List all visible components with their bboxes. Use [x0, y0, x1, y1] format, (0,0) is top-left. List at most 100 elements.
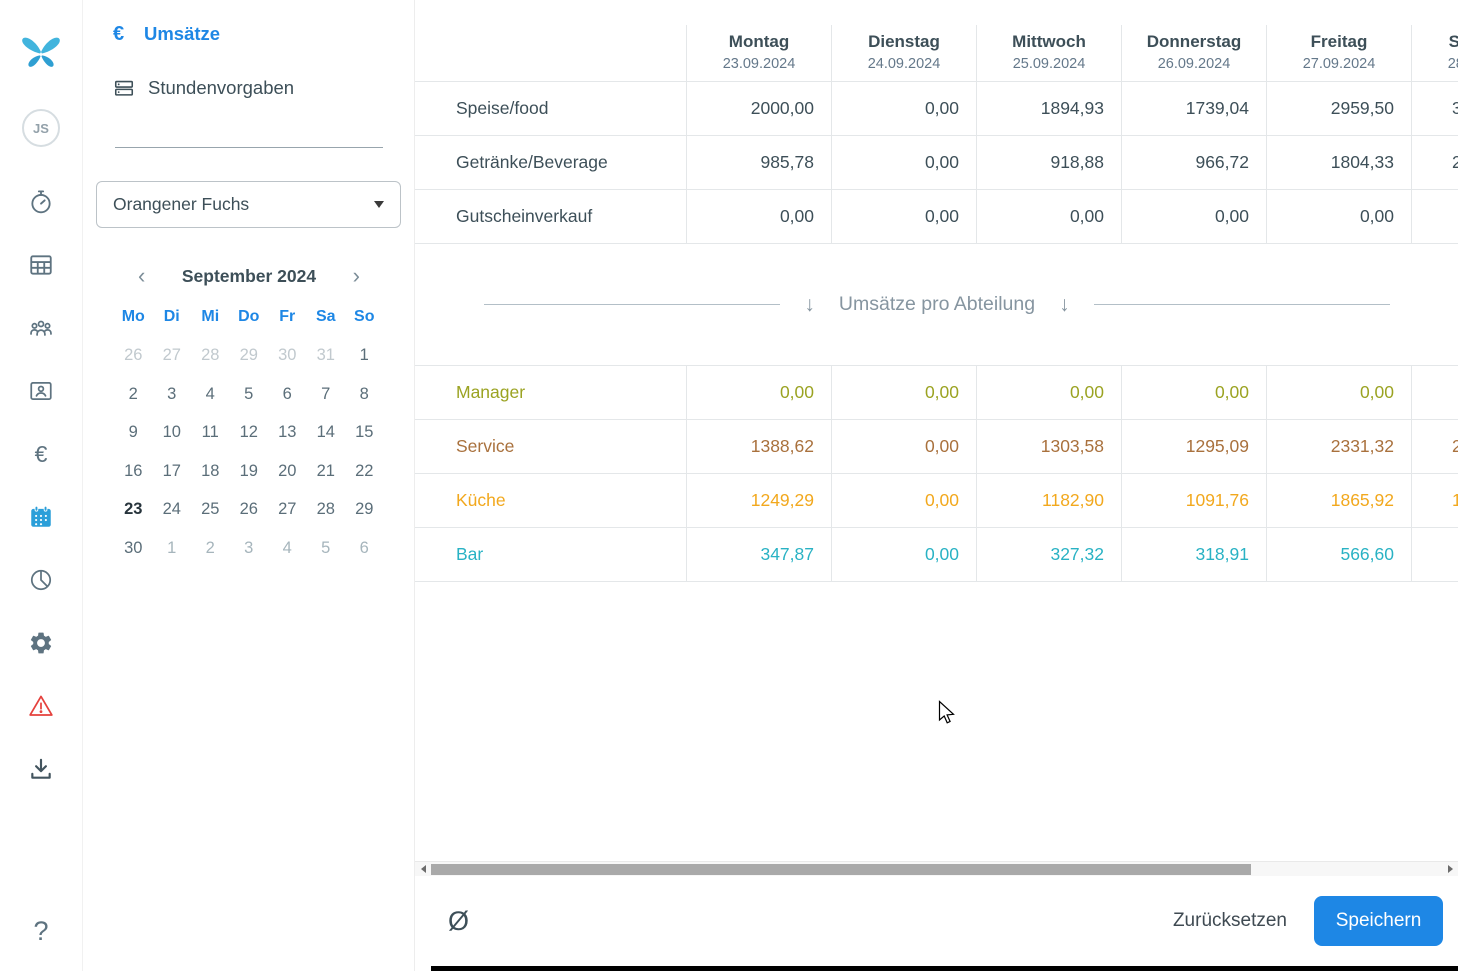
value-cell[interactable]: 0,00 [1266, 190, 1411, 243]
calendar-day[interactable]: 7 [307, 375, 346, 414]
value-cell[interactable]: 566,60 [1266, 528, 1411, 581]
reset-button[interactable]: Zurücksetzen [1173, 910, 1287, 932]
calendar-day[interactable]: 29 [345, 491, 384, 530]
calendar-day[interactable]: 8 [345, 375, 384, 414]
calendar-day[interactable]: 21 [307, 452, 346, 491]
sidebar-item-settings[interactable] [28, 630, 54, 656]
scrollbar-thumb[interactable] [431, 864, 1251, 875]
value-cell[interactable] [1411, 528, 1458, 581]
calendar-day[interactable]: 12 [230, 414, 269, 453]
calendar-day[interactable]: 16 [114, 452, 153, 491]
calendar-day[interactable]: 26 [230, 491, 269, 530]
calendar-day[interactable]: 5 [230, 375, 269, 414]
value-cell[interactable]: 1894,93 [976, 82, 1121, 135]
value-cell[interactable] [1411, 190, 1458, 243]
value-cell[interactable] [1411, 366, 1458, 419]
value-cell[interactable]: 2959,50 [1266, 82, 1411, 135]
calendar-day-selected[interactable]: 23 [114, 491, 153, 530]
location-select[interactable]: Orangener Fuchs [96, 181, 401, 228]
sidebar-item-shift-table[interactable] [28, 252, 54, 278]
calendar-day[interactable]: 1 [153, 529, 192, 568]
value-cell[interactable]: 2 [1411, 420, 1458, 473]
help-button[interactable]: ? [33, 916, 48, 947]
value-cell[interactable]: 2331,32 [1266, 420, 1411, 473]
calendar-day[interactable]: 26 [114, 337, 153, 376]
nav-umsaetze[interactable]: € Umsätze [113, 21, 414, 47]
value-cell[interactable]: 0,00 [1121, 190, 1266, 243]
calendar-day[interactable]: 15 [345, 414, 384, 453]
value-cell[interactable]: 0,00 [1266, 366, 1411, 419]
calendar-day[interactable]: 27 [153, 337, 192, 376]
value-cell[interactable]: 0,00 [831, 82, 976, 135]
value-cell[interactable]: 0,00 [831, 528, 976, 581]
calendar-day[interactable]: 19 [230, 452, 269, 491]
calendar-day[interactable]: 6 [268, 375, 307, 414]
calendar-day[interactable]: 30 [114, 529, 153, 568]
calendar-day[interactable]: 9 [114, 414, 153, 453]
sidebar-item-finance[interactable]: € [28, 441, 54, 467]
value-cell[interactable]: 966,72 [1121, 136, 1266, 189]
value-cell[interactable]: 327,32 [976, 528, 1121, 581]
value-cell[interactable]: 1865,92 [1266, 474, 1411, 527]
value-cell[interactable]: 0,00 [976, 366, 1121, 419]
sidebar-item-reports[interactable] [28, 567, 54, 593]
value-cell[interactable]: 0,00 [686, 190, 831, 243]
value-cell[interactable]: 1804,33 [1266, 136, 1411, 189]
value-cell[interactable]: 0,00 [831, 366, 976, 419]
value-cell[interactable]: 1249,29 [686, 474, 831, 527]
value-cell[interactable]: 1388,62 [686, 420, 831, 473]
value-cell[interactable]: 347,87 [686, 528, 831, 581]
value-cell[interactable]: 0,00 [831, 474, 976, 527]
calendar-day[interactable]: 5 [307, 529, 346, 568]
sidebar-item-revenue-calendar[interactable] [28, 504, 54, 530]
calendar-day[interactable]: 4 [268, 529, 307, 568]
calendar-day[interactable]: 14 [307, 414, 346, 453]
calendar-day[interactable]: 3 [230, 529, 269, 568]
value-cell[interactable]: 318,91 [1121, 528, 1266, 581]
calendar-prev-button[interactable]: ‹ [138, 265, 145, 287]
scroll-right-button[interactable] [1442, 862, 1458, 876]
value-cell[interactable]: 2 [1411, 136, 1458, 189]
calendar-day[interactable]: 22 [345, 452, 384, 491]
value-cell[interactable]: 1303,58 [976, 420, 1121, 473]
value-cell[interactable]: 2000,00 [686, 82, 831, 135]
calendar-day[interactable]: 29 [230, 337, 269, 376]
calendar-day[interactable]: 25 [191, 491, 230, 530]
calendar-day[interactable]: 24 [153, 491, 192, 530]
calendar-day[interactable]: 2 [114, 375, 153, 414]
calendar-day[interactable]: 28 [307, 491, 346, 530]
average-button[interactable]: Ø [448, 906, 469, 937]
value-cell[interactable]: 985,78 [686, 136, 831, 189]
value-cell[interactable]: 0,00 [831, 190, 976, 243]
value-cell[interactable]: 0,00 [831, 420, 976, 473]
sidebar-item-contacts[interactable] [28, 378, 54, 404]
horizontal-scrollbar[interactable] [415, 861, 1458, 876]
value-cell[interactable]: 1091,76 [1121, 474, 1266, 527]
calendar-day[interactable]: 10 [153, 414, 192, 453]
calendar-day[interactable]: 11 [191, 414, 230, 453]
value-cell[interactable]: 0,00 [1121, 366, 1266, 419]
value-cell[interactable]: 3 [1411, 82, 1458, 135]
nav-stundenvorgaben[interactable]: Stundenvorgaben [113, 75, 414, 101]
calendar-day[interactable]: 6 [345, 529, 384, 568]
calendar-day[interactable]: 20 [268, 452, 307, 491]
calendar-day[interactable]: 1 [345, 337, 384, 376]
value-cell[interactable]: 1 [1411, 474, 1458, 527]
calendar-day[interactable]: 30 [268, 337, 307, 376]
calendar-day[interactable]: 4 [191, 375, 230, 414]
value-cell[interactable]: 1295,09 [1121, 420, 1266, 473]
calendar-day[interactable]: 2 [191, 529, 230, 568]
sidebar-item-alerts[interactable] [28, 693, 54, 719]
value-cell[interactable]: 0,00 [976, 190, 1121, 243]
scroll-left-button[interactable] [415, 862, 431, 876]
value-cell[interactable]: 918,88 [976, 136, 1121, 189]
value-cell[interactable]: 1739,04 [1121, 82, 1266, 135]
calendar-day[interactable]: 3 [153, 375, 192, 414]
user-avatar[interactable]: JS [22, 109, 60, 147]
sidebar-item-employees[interactable] [28, 315, 54, 341]
calendar-day[interactable]: 27 [268, 491, 307, 530]
value-cell[interactable]: 0,00 [686, 366, 831, 419]
calendar-day[interactable]: 13 [268, 414, 307, 453]
save-button[interactable]: Speichern [1314, 896, 1443, 946]
sidebar-item-time-tracking[interactable] [28, 189, 54, 215]
